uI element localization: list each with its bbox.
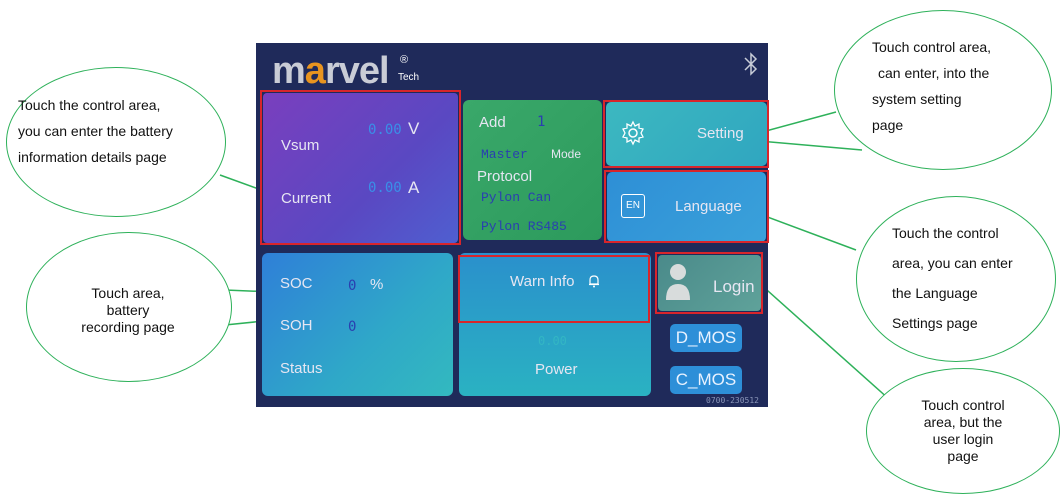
add-label: Add xyxy=(479,114,506,131)
callout-text: Touch control area, can enter, into the … xyxy=(872,39,992,133)
protocol-item: Pylon RS485 xyxy=(481,219,567,234)
callout-text: Touch control area, but the user login p… xyxy=(921,397,1005,464)
logo-accent-letter: a xyxy=(304,50,326,92)
logo-reg-mark: ® xyxy=(400,54,409,66)
callout-text: Touch the control area, you can enter th… xyxy=(18,97,173,165)
logo-text: marvel xyxy=(272,50,390,92)
highlight-login xyxy=(655,252,763,314)
status-label: Status xyxy=(280,360,323,377)
logo-tech: Tech xyxy=(398,72,420,83)
d-mos-button[interactable]: D_MOS xyxy=(670,324,742,352)
highlight-setting xyxy=(603,100,769,168)
version-label: 0700-230512 xyxy=(706,396,759,405)
highlight-battery xyxy=(260,90,461,245)
highlight-language xyxy=(604,170,769,243)
soh-label: SOH xyxy=(280,317,313,334)
soc-unit: % xyxy=(370,276,384,293)
add-value: 1 xyxy=(537,114,546,130)
bluetooth-icon[interactable] xyxy=(742,52,760,76)
c-mos-button[interactable]: C_MOS xyxy=(670,366,742,394)
mode-label: Mode xyxy=(551,147,582,161)
highlight-warn xyxy=(458,255,650,323)
soc-label: SOC xyxy=(280,275,313,292)
protocol-label: Protocol xyxy=(477,168,533,185)
mode-value: Master xyxy=(481,147,528,162)
soc-value: 0 xyxy=(348,278,357,294)
callout-text: Touch area, battery recording page xyxy=(81,285,175,335)
soh-value: 0 xyxy=(348,319,357,335)
power-label: Power xyxy=(535,361,578,378)
power-value: 0.00 xyxy=(538,334,567,348)
protocol-item: Pylon Can xyxy=(481,190,552,205)
callout-text: Touch the control area, you can enter th… xyxy=(892,225,1013,331)
